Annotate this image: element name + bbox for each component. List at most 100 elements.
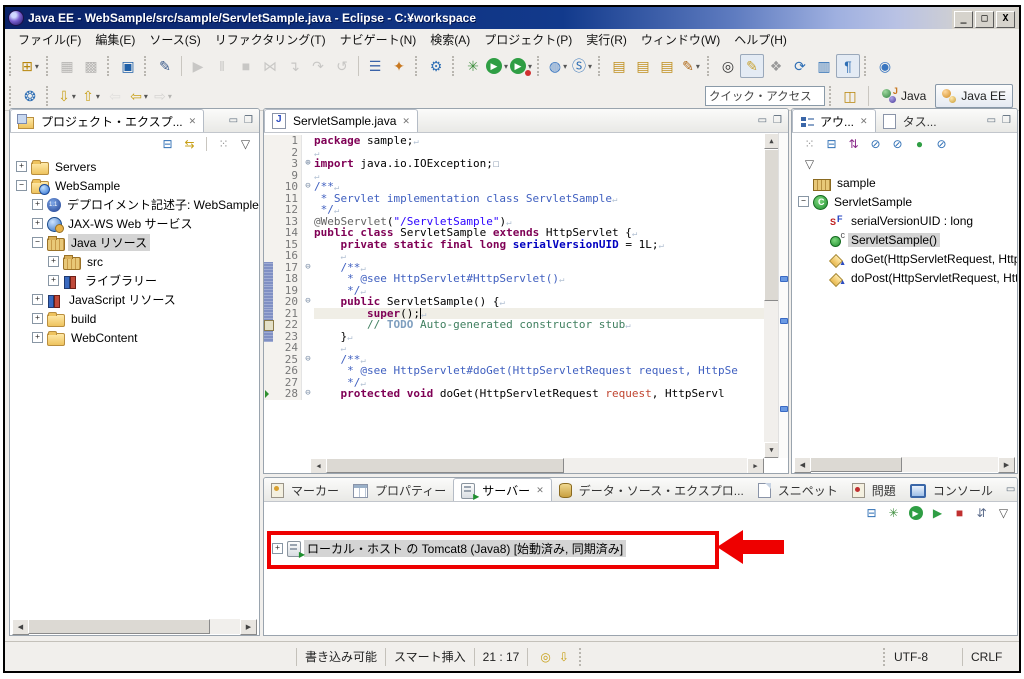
show-whitespace-button[interactable]: ¶ [836, 54, 860, 78]
export-button[interactable]: ▤ [631, 54, 655, 78]
tree-item[interactable]: +JavaScript リソース [10, 290, 259, 309]
profile-server-button[interactable]: ▶ [928, 504, 947, 522]
code-editor[interactable]: 1package sample;↵2↵3⊕import java.io.IOEx… [264, 135, 764, 458]
tree-item[interactable]: +JAX-WS Web サービス [10, 214, 259, 233]
tree-item[interactable]: −sample [792, 173, 1017, 192]
menu-実行[interactable]: 実行(R) [579, 29, 634, 50]
web-service-dropdown-icon[interactable]: ▾ [588, 62, 592, 71]
tab-properties[interactable]: プロパティー [346, 479, 453, 501]
tab-console[interactable]: コンソール [903, 479, 1000, 501]
start-server-button[interactable]: ▶ [906, 504, 925, 522]
open-resource-button[interactable]: ▤ [655, 54, 679, 78]
hide-static-button[interactable]: ⊘ [888, 135, 907, 153]
fold-toggle-icon[interactable]: ⊖ [301, 296, 314, 308]
sync-editor-button[interactable]: ⟳ [788, 54, 812, 78]
tree-item[interactable]: −doGet(HttpServletRequest, HttpServletRe… [792, 249, 1017, 268]
web-help-button[interactable]: ◉ [873, 54, 897, 78]
tab-outline[interactable]: アウ... ✕ [792, 109, 876, 132]
collapse-all-button[interactable]: ⊟ [158, 135, 177, 153]
run-dropdown-icon[interactable]: ▾ [504, 62, 508, 71]
menu-ソース[interactable]: ソース(S) [142, 29, 207, 50]
link-with-editor-button[interactable]: ⇆ [180, 135, 199, 153]
debug-server-button[interactable]: ✳ [884, 504, 903, 522]
hide-local-types-button[interactable]: ⊘ [932, 135, 951, 153]
open-perspective-button[interactable]: ◫ [838, 84, 862, 108]
stop-server-button[interactable]: ■ [950, 504, 969, 522]
new-server-button[interactable]: ◍▾ [546, 54, 570, 78]
tab-data-source-explorer[interactable]: データ・ソース・エクスプロ... [552, 479, 751, 501]
fold-toggle-icon[interactable]: ⊖ [301, 181, 314, 193]
expand-toggle[interactable]: + [48, 256, 59, 267]
tree-item[interactable]: −Java リソース [10, 233, 259, 252]
tree-item[interactable]: −ServletSample() [792, 230, 1017, 249]
skip-breakpoints-button[interactable]: ☰ [363, 54, 387, 78]
menu-リファクタリング[interactable]: リファクタリング(T) [208, 29, 333, 50]
view-menu-button[interactable]: ▽ [236, 135, 255, 153]
tree-item[interactable]: −doPost(HttpServletRequest, HttpServletR… [792, 268, 1017, 287]
overview-marker[interactable] [780, 276, 788, 282]
editor-hscrollbar[interactable]: ◀ ▶ [310, 458, 764, 473]
menu-編集[interactable]: 編集(E) [88, 29, 142, 50]
fold-toggle-icon[interactable]: ⊕ [301, 158, 314, 170]
tree-item[interactable]: +Servers [10, 157, 259, 176]
back-dropdown-icon[interactable]: ▾ [144, 92, 148, 101]
collapse-all-button[interactable]: ⊟ [862, 504, 881, 522]
tree-item[interactable]: −WebSample [10, 176, 259, 195]
open-web-browser-button[interactable]: ▣ [116, 54, 140, 78]
search-occurrence-icon[interactable]: ◎ [540, 650, 550, 664]
menu-ウィンドウ[interactable]: ウィンドウ(W) [634, 29, 727, 50]
tab-servletsample-java[interactable]: ServletSample.java ✕ [264, 109, 418, 132]
expand-toggle[interactable]: − [798, 196, 809, 207]
expand-toggle[interactable]: + [48, 275, 59, 286]
breakpoints-button[interactable]: ✦ [387, 54, 411, 78]
maximize-view-icon[interactable]: ❒ [1002, 115, 1011, 126]
publish-server-button[interactable]: ⇵ [972, 504, 991, 522]
focus-button[interactable]: ⁙ [214, 135, 233, 153]
pin-editor-button[interactable]: ✎ [153, 54, 177, 78]
next-annotation-icon[interactable]: ⇩ [559, 650, 569, 664]
expand-toggle[interactable]: + [32, 332, 43, 343]
minimize-button[interactable]: _ [954, 11, 973, 28]
debug-button[interactable]: ✳ [461, 54, 485, 78]
project-explorer-hscrollbar[interactable]: ◀ ▶ [12, 619, 257, 634]
expand-toggle[interactable]: + [32, 199, 43, 210]
tab-snippets[interactable]: スニペット [751, 479, 845, 501]
web-service-button[interactable]: Ⓢ▾ [570, 54, 594, 78]
expand-toggle[interactable]: + [32, 313, 43, 324]
coverage-button[interactable]: ▶▾ [509, 54, 533, 78]
annotate-button[interactable]: ✎▾ [679, 54, 703, 78]
expand-toggle[interactable]: + [32, 218, 43, 229]
fold-toggle-icon[interactable]: ⊖ [301, 354, 314, 366]
menu-検索[interactable]: 検索(A) [423, 29, 477, 50]
tree-item[interactable]: −ServletSample [792, 192, 1017, 211]
checkout-button[interactable]: ⇩▾ [55, 84, 79, 108]
tab-servers[interactable]: サーバー✕ [453, 478, 551, 501]
outline-hscrollbar[interactable]: ◀ ▶ [794, 457, 1015, 472]
import-button[interactable]: ▤ [607, 54, 631, 78]
menu-ヘルプ[interactable]: ヘルプ(H) [727, 29, 794, 50]
tree-item[interactable]: −serialVersionUID : long [792, 211, 1017, 230]
expand-toggle[interactable]: + [16, 161, 27, 172]
build-all-button[interactable]: ⚙ [424, 54, 448, 78]
perspective-java-ee-button[interactable]: Java EE [935, 84, 1013, 108]
checkin-button[interactable]: ⇧▾ [79, 84, 103, 108]
close-icon[interactable]: ✕ [189, 116, 197, 127]
tree-item[interactable]: +src [10, 252, 259, 271]
perspective-java-button[interactable]: JJava [875, 84, 933, 108]
tab-problems[interactable]: 問題 [845, 479, 903, 501]
maximize-view-icon[interactable]: ❒ [773, 115, 782, 126]
run-button[interactable]: ▶▾ [485, 54, 509, 78]
tree-item[interactable]: +ライブラリー [10, 271, 259, 290]
annotate-dropdown-icon[interactable]: ▾ [696, 62, 700, 71]
minimize-view-icon[interactable]: ▭ [987, 115, 996, 126]
close-button[interactable]: X [996, 11, 1015, 28]
menu-プロジェクト[interactable]: プロジェクト(P) [477, 29, 579, 50]
overview-ruler[interactable] [778, 133, 788, 458]
focus-button[interactable]: ⁙ [800, 135, 819, 153]
menu-ナビゲート[interactable]: ナビゲート(N) [333, 29, 424, 50]
view-menu-button[interactable]: ▽ [994, 504, 1013, 522]
overview-marker[interactable] [780, 406, 788, 412]
tab-task-list[interactable]: タス... [876, 110, 944, 132]
maximize-view-icon[interactable]: ❒ [244, 115, 253, 126]
expand-toggle[interactable]: − [32, 237, 43, 248]
